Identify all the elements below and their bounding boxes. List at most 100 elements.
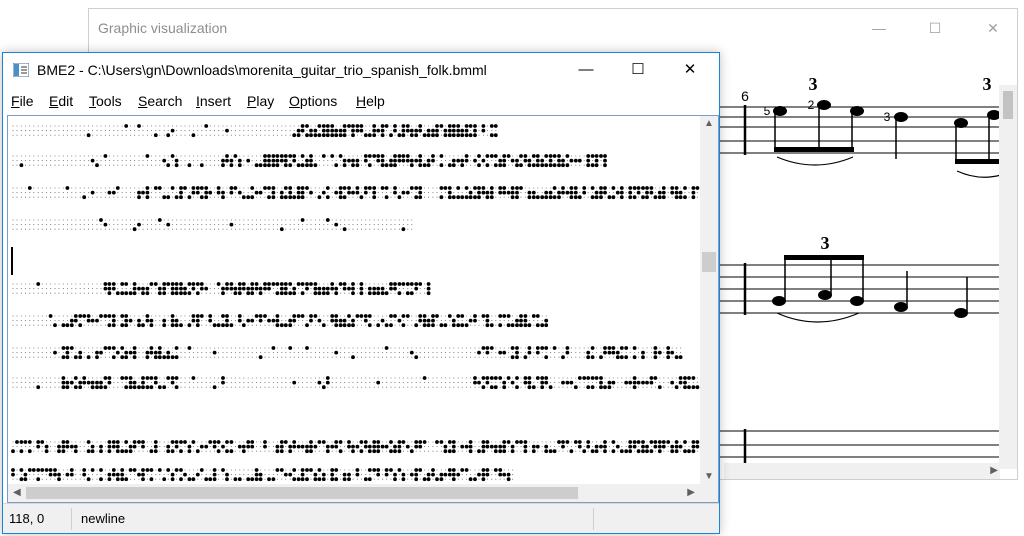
braille-dot-empty bbox=[209, 288, 211, 290]
braille-dot-empty bbox=[352, 469, 354, 471]
editor-horizontal-scrollbar[interactable]: ◀ ▶ bbox=[8, 484, 700, 502]
braille-dot-raised bbox=[317, 440, 322, 444]
graphic-scroll-right-icon[interactable]: ▶ bbox=[990, 463, 998, 479]
menu-play[interactable]: Play bbox=[247, 93, 274, 109]
editor-vertical-scroll-thumb[interactable] bbox=[702, 252, 716, 272]
braille-dot-empty bbox=[58, 125, 60, 127]
scroll-left-icon[interactable]: ◀ bbox=[13, 484, 21, 502]
braille-dot-raised bbox=[641, 195, 645, 200]
braille-dot-raised bbox=[275, 163, 280, 168]
braille-dot-empty bbox=[41, 446, 43, 448]
braille-dot-raised bbox=[418, 440, 423, 444]
braille-dot-raised bbox=[36, 468, 41, 472]
braille-dot-empty bbox=[54, 125, 56, 127]
braille-dot-empty bbox=[243, 382, 245, 384]
braille-dot-empty bbox=[365, 292, 367, 294]
braille-dot-empty bbox=[205, 155, 207, 157]
braille-dot-raised bbox=[632, 346, 637, 350]
braille-dot-empty bbox=[310, 324, 312, 326]
braille-dot-empty bbox=[146, 228, 148, 230]
graphic-vertical-scroll-thumb[interactable] bbox=[1003, 91, 1013, 119]
braille-dot-empty bbox=[260, 219, 262, 221]
minimize-button[interactable]: — bbox=[563, 59, 609, 81]
braille-editor[interactable]: ▲ ▼ ◀ ▶ bbox=[7, 115, 719, 503]
bme2-window[interactable]: BME2 - C:\Users\gn\Downloads\morenita_gu… bbox=[2, 52, 720, 534]
braille-dot-raised bbox=[657, 195, 662, 200]
menu-help[interactable]: Help bbox=[356, 93, 385, 109]
braille-dot-empty bbox=[121, 382, 123, 384]
braille-dot-raised bbox=[296, 477, 301, 482]
braille-text-area[interactable] bbox=[8, 116, 702, 484]
braille-dot-empty bbox=[192, 125, 194, 127]
braille-dot-empty bbox=[121, 228, 123, 230]
braille-dot-empty bbox=[575, 382, 577, 384]
braille-dot-raised bbox=[473, 133, 477, 138]
braille-dot-empty bbox=[92, 288, 94, 290]
braille-dot-raised bbox=[515, 186, 519, 190]
braille-dot-raised bbox=[670, 190, 675, 195]
braille-dot-empty bbox=[218, 315, 220, 317]
menu-file[interactable]: File bbox=[11, 93, 34, 109]
braille-dot-empty bbox=[260, 446, 262, 448]
graphic-window-titlebar[interactable]: Graphic visualization — ☐ ✕ bbox=[89, 9, 1017, 49]
braille-dot-raised bbox=[661, 195, 666, 200]
braille-dot-raised bbox=[510, 449, 515, 454]
graphic-maximize-button[interactable]: ☐ bbox=[915, 17, 955, 39]
braille-dot-raised bbox=[485, 468, 490, 472]
braille-dot-empty bbox=[570, 347, 572, 349]
braille-dot-empty bbox=[92, 164, 94, 166]
braille-dot-empty bbox=[293, 324, 295, 326]
menu-options[interactable]: Options bbox=[289, 93, 337, 109]
braille-dot-empty bbox=[54, 347, 56, 349]
braille-dot-raised bbox=[569, 449, 574, 454]
braille-dot-empty bbox=[24, 134, 26, 136]
braille-dot-empty bbox=[12, 134, 14, 136]
braille-dot-empty bbox=[37, 352, 39, 354]
braille-dot-empty bbox=[478, 469, 480, 471]
braille-dot-raised bbox=[502, 190, 507, 195]
graphic-horizontal-scrollbar[interactable]: ▶ bbox=[724, 463, 1000, 479]
scroll-right-icon[interactable]: ▶ bbox=[687, 484, 695, 502]
braille-dot-empty bbox=[331, 324, 333, 326]
menu-insert[interactable]: Insert bbox=[196, 93, 231, 109]
braille-dot-empty bbox=[205, 130, 207, 132]
braille-dot-empty bbox=[46, 288, 48, 290]
braille-dot-raised bbox=[65, 380, 70, 385]
braille-dot-empty bbox=[356, 134, 358, 136]
braille-dot-empty bbox=[268, 134, 270, 136]
menu-edit[interactable]: Edit bbox=[49, 93, 73, 109]
braille-dot-empty bbox=[146, 160, 148, 162]
braille-dot-raised bbox=[271, 346, 276, 350]
braille-dot-raised bbox=[577, 440, 582, 444]
editor-vertical-scrollbar[interactable]: ▲ ▼ bbox=[700, 116, 718, 484]
braille-dot-raised bbox=[153, 186, 158, 190]
graphic-close-button[interactable]: ✕ bbox=[973, 17, 1013, 39]
maximize-button[interactable]: ☐ bbox=[615, 59, 661, 81]
braille-dot-empty bbox=[323, 446, 325, 448]
braille-dot-empty bbox=[121, 192, 123, 194]
braille-dot-empty bbox=[550, 377, 552, 379]
braille-dot-empty bbox=[461, 187, 463, 189]
braille-dot-raised bbox=[477, 350, 481, 355]
scroll-up-icon[interactable]: ▲ bbox=[700, 118, 718, 129]
braille-dot-raised bbox=[540, 158, 545, 163]
braille-dot-raised bbox=[300, 444, 305, 449]
graphic-vertical-scrollbar[interactable] bbox=[999, 85, 1017, 469]
braille-dot-raised bbox=[61, 444, 66, 449]
close-button[interactable]: ✕ bbox=[667, 59, 713, 81]
braille-dot-empty bbox=[20, 315, 22, 317]
braille-dot-raised bbox=[191, 477, 196, 482]
braille-dot-raised bbox=[99, 350, 103, 355]
graphic-minimize-button[interactable]: — bbox=[859, 17, 899, 39]
braille-dot-raised bbox=[305, 282, 309, 286]
braille-dot-empty bbox=[155, 155, 157, 157]
bme2-titlebar[interactable]: BME2 - C:\Users\gn\Downloads\morenita_gu… bbox=[3, 53, 719, 87]
menu-search[interactable]: Search bbox=[138, 93, 182, 109]
braille-dot-empty bbox=[24, 347, 26, 349]
braille-dot-empty bbox=[172, 228, 174, 230]
scroll-down-icon[interactable]: ▼ bbox=[700, 471, 718, 482]
braille-dot-raised bbox=[670, 186, 675, 190]
braille-dot-empty bbox=[360, 219, 362, 221]
menu-tools[interactable]: Tools bbox=[89, 93, 122, 109]
editor-horizontal-scroll-thumb[interactable] bbox=[26, 487, 578, 499]
